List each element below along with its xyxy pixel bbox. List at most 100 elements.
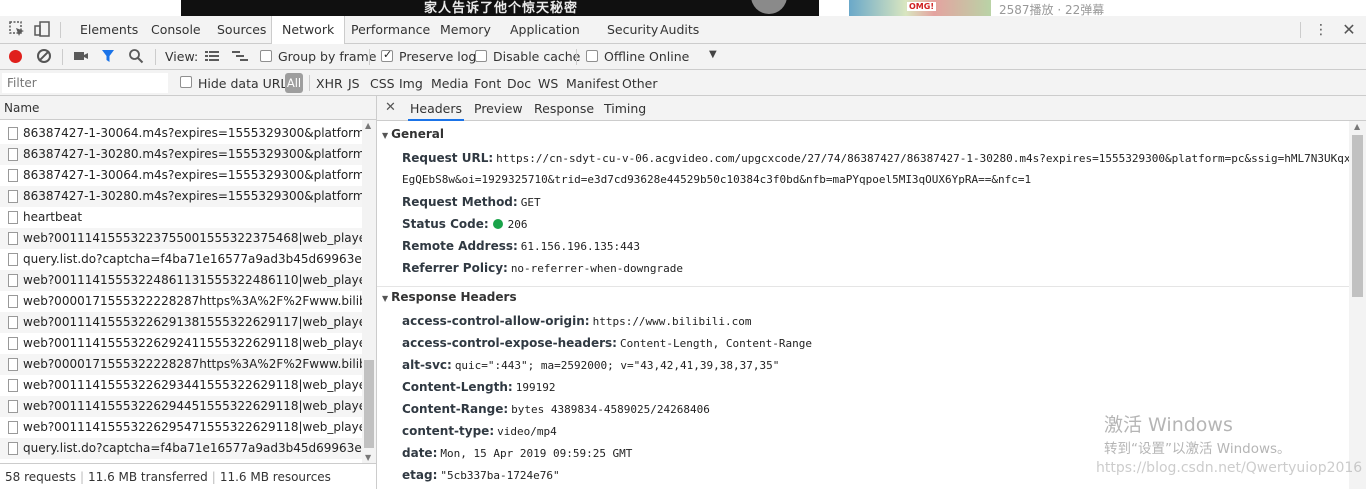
tab-performance[interactable]: Performance <box>341 16 440 44</box>
header-key: access-control-expose-headers: <box>402 336 617 350</box>
request-name: web?0000171555322228287https%3A%2F%2Fwww… <box>23 357 362 371</box>
filter-type-js[interactable]: JS <box>348 76 360 91</box>
filter-type-xhr[interactable]: XHR <box>316 76 343 91</box>
clear-icon[interactable] <box>37 49 51 63</box>
filter-type-doc[interactable]: Doc <box>507 76 531 91</box>
request-row[interactable]: web?00111415553226293441555322629118|web… <box>0 375 362 396</box>
tab-application[interactable]: Application <box>500 16 590 44</box>
request-list-scrollbar[interactable]: ▲ ▼ <box>362 120 376 463</box>
search-icon[interactable] <box>128 48 148 68</box>
header-value[interactable]: 199192 <box>516 381 556 394</box>
header-key: Content-Range: <box>402 402 509 416</box>
request-row[interactable]: web?0000171555322228287https%3A%2F%2Fwww… <box>0 354 362 375</box>
recommended-thumbnail[interactable]: OMG! <box>849 0 991 16</box>
referrer-policy-value[interactable]: no-referrer-when-downgrade <box>511 262 683 275</box>
header-key: etag: <box>402 468 438 482</box>
response-headers-section-toggle[interactable]: ▼ Response Headers <box>382 290 517 304</box>
filter-type-font[interactable]: Font <box>474 76 501 91</box>
request-row[interactable]: web?0000171555322228287https%3A%2F%2Fwww… <box>0 291 362 312</box>
disable-cache-checkbox[interactable] <box>475 50 487 62</box>
header-value[interactable]: video/mp4 <box>497 425 557 438</box>
waterfall-overview-icon[interactable] <box>231 49 251 69</box>
inspect-element-icon[interactable] <box>8 20 28 40</box>
device-toolbar-icon[interactable] <box>33 20 53 40</box>
request-row[interactable]: 86387427-1-30280.m4s?expires=1555329300&… <box>0 186 362 207</box>
header-value[interactable]: Mon, 15 Apr 2019 09:59:25 GMT <box>440 447 632 460</box>
offline-checkbox[interactable] <box>586 50 598 62</box>
request-row[interactable]: 86387427-1-30280.m4s?expires=1555329300&… <box>0 144 362 165</box>
request-row[interactable]: web?00111415553224861131555322486110|web… <box>0 270 362 291</box>
remote-address-row: Remote Address: 61.156.196.135:443 <box>402 239 640 253</box>
tab-memory[interactable]: Memory <box>430 16 501 44</box>
detail-scrollbar[interactable]: ▲ <box>1349 121 1366 489</box>
status-code-value[interactable]: 206 <box>508 218 528 231</box>
header-value[interactable]: Content-Length, Content-Range <box>620 337 812 350</box>
scrollbar-thumb[interactable] <box>1352 135 1363 297</box>
group-by-frame-checkbox[interactable] <box>260 50 272 62</box>
filter-bar: Hide data URLs All XHR JS CSS Img Media Font D… <box>0 70 1366 96</box>
header-value[interactable]: bytes 4389834-4589025/24268406 <box>511 403 710 416</box>
detail-tab-headers[interactable]: Headers <box>408 96 465 121</box>
filter-type-manifest[interactable]: Manifest <box>566 76 619 91</box>
detail-tab-response[interactable]: Response <box>532 96 596 121</box>
large-rows-icon[interactable] <box>204 49 224 69</box>
request-row[interactable]: web?001114155532237550015553223754​68|we… <box>0 228 362 249</box>
request-row[interactable]: heartbeat <box>0 207 362 228</box>
triangle-down-icon: ▼ <box>382 131 389 140</box>
throttling-select[interactable]: Online <box>649 49 689 64</box>
play-button-icon[interactable] <box>751 0 787 14</box>
filter-input[interactable] <box>2 73 168 93</box>
filter-type-css[interactable]: CSS <box>370 76 395 91</box>
filter-type-media[interactable]: Media <box>431 76 469 91</box>
filter-type-all[interactable]: All <box>285 73 303 93</box>
video-player[interactable]: 家人告诉了他个惊天秘密 <box>181 0 819 16</box>
tab-audits[interactable]: Audits <box>650 16 709 44</box>
record-icon[interactable] <box>9 50 22 63</box>
detail-tab-timing[interactable]: Timing <box>602 96 648 121</box>
tab-console[interactable]: Console <box>141 16 211 44</box>
header-value[interactable]: https://www.bilibili.com <box>593 315 752 328</box>
status-ok-icon <box>492 219 503 229</box>
close-detail-icon[interactable]: ✕ <box>385 100 396 115</box>
view-label: View: <box>165 49 199 64</box>
request-url-continued[interactable]: EgQEbS8w&oi=1929325710&trid=e3d7cd93628e… <box>402 173 1031 186</box>
chevron-down-icon[interactable]: ▼ <box>709 49 717 60</box>
request-row[interactable]: web?00111415553226294451555322629118|web… <box>0 396 362 417</box>
filter-funnel-icon[interactable] <box>100 48 120 68</box>
remote-address-value[interactable]: 61.156.196.135:443 <box>521 240 640 253</box>
response-header-row: access-control-allow-origin: https://www.… <box>402 314 752 328</box>
request-row[interactable]: web?00111415553226291381555322629117|web… <box>0 312 362 333</box>
name-column-header[interactable]: Name <box>0 96 376 120</box>
detail-tab-preview[interactable]: Preview <box>472 96 525 121</box>
request-row[interactable]: web?00111415553226292411555322629118|web… <box>0 333 362 354</box>
close-devtools-icon[interactable]: ✕ <box>1340 20 1358 40</box>
screenshot-camera-icon[interactable] <box>73 48 93 68</box>
preserve-log-checkbox[interactable] <box>381 48 393 62</box>
request-row[interactable]: web?00111415553226295471555322629118|web… <box>0 417 362 438</box>
more-options-icon[interactable]: ⋮ <box>1312 20 1330 40</box>
header-value[interactable]: quic=":443"; ma=2592000; v="43,42,41,39,… <box>455 359 780 372</box>
request-row[interactable]: query.list.do?captcha=f4ba71e16577a9ad3b… <box>0 249 362 270</box>
header-value[interactable]: "5cb337ba-1724e76" <box>440 469 559 482</box>
filter-type-img[interactable]: Img <box>399 76 423 91</box>
filter-type-other[interactable]: Other <box>622 76 658 91</box>
request-row[interactable]: query.list.do?captcha=f4ba71e16577a9ad3b… <box>0 438 362 459</box>
windows-activation-subtitle: 转到“设置”以激活 Windows。 <box>1104 441 1291 457</box>
scrollbar-thumb[interactable] <box>364 360 374 448</box>
filter-type-ws[interactable]: WS <box>538 76 558 91</box>
video-stats: 2587播放 · 22弹幕 <box>999 3 1105 16</box>
general-section-toggle[interactable]: ▼ General <box>382 127 444 141</box>
request-row[interactable]: 86387427-1-30064.m4s?expires=1555329300&… <box>0 123 362 144</box>
scroll-up-icon[interactable]: ▲ <box>1354 122 1360 131</box>
response-header-row: Content-Length: 199192 <box>402 380 555 394</box>
scroll-down-icon[interactable]: ▼ <box>365 453 371 462</box>
hide-data-urls-checkbox[interactable] <box>180 76 192 88</box>
scroll-up-icon[interactable]: ▲ <box>365 121 371 130</box>
request-method-value[interactable]: GET <box>521 196 541 209</box>
tab-elements[interactable]: Elements <box>70 16 148 44</box>
transferred-size: 11.6 MB transferred <box>88 470 208 484</box>
tab-network[interactable]: Network <box>271 16 346 45</box>
tab-sources[interactable]: Sources <box>207 16 276 44</box>
request-url-value[interactable]: https://cn-sdyt-cu-v-06.acgvideo.com/upg… <box>496 152 1349 165</box>
request-row[interactable]: 86387427-1-30064.m4s?expires=1555329300&… <box>0 165 362 186</box>
